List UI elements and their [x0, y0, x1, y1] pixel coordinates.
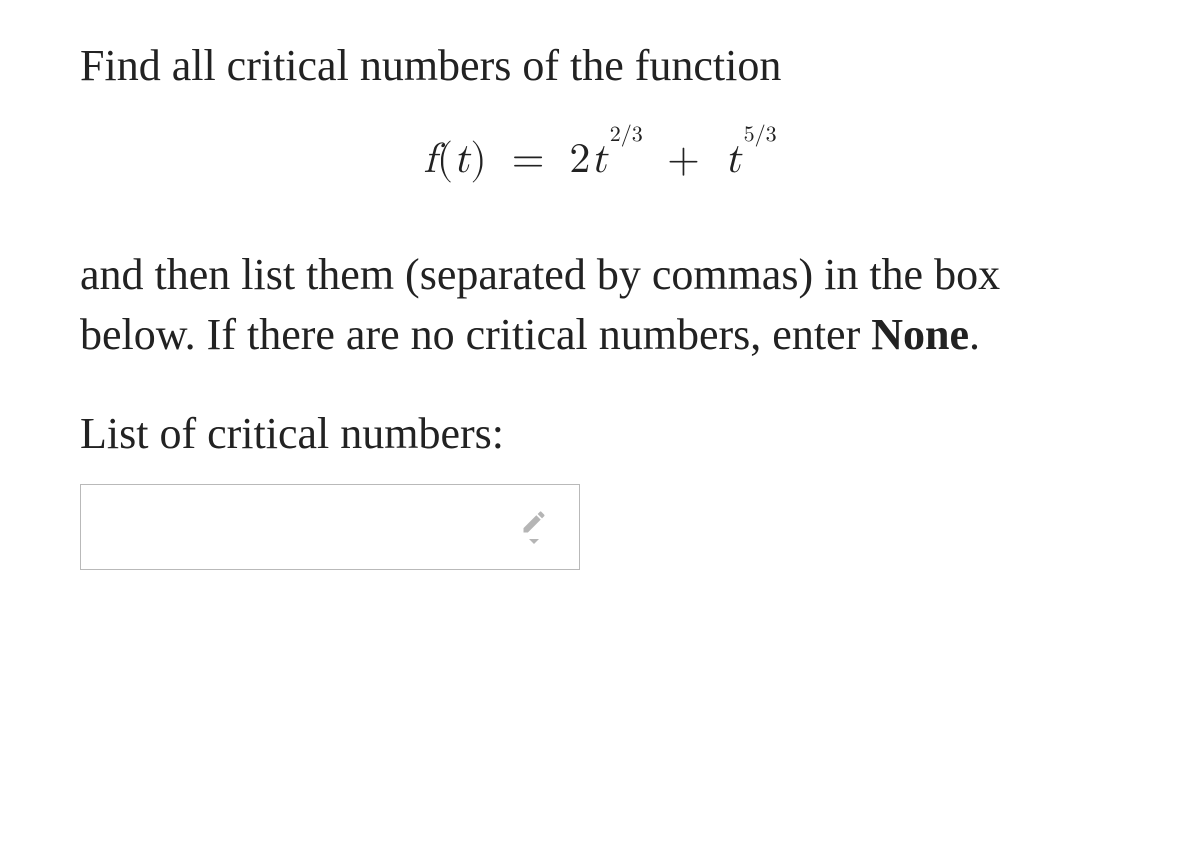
term1-base: t2/3	[591, 135, 643, 185]
equals-sign: =	[512, 139, 545, 181]
equation: f(t) = 2t2/3 + t5/3	[423, 139, 776, 181]
question-body: and then list them (separated by commas)…	[80, 245, 1120, 364]
term2-base-var: t	[725, 139, 742, 181]
term2-base: t5/3	[725, 135, 777, 185]
question-intro: Find all critical numbers of the functio…	[80, 36, 1120, 95]
none-keyword: None	[871, 310, 969, 359]
close-paren: )	[470, 139, 487, 181]
plus-sign: +	[667, 139, 700, 181]
question-container: Find all critical numbers of the functio…	[0, 0, 1200, 610]
term1-coeff: 2	[569, 139, 591, 181]
arg-var: t	[454, 139, 471, 181]
term2-exp: 5/3	[744, 124, 777, 146]
body-part1: and then list them (separated by commas)…	[80, 250, 1000, 358]
answer-row	[80, 484, 1120, 570]
answer-prompt: List of critical numbers:	[80, 404, 1120, 463]
body-part2: .	[969, 310, 980, 359]
formula-display: f(t) = 2t2/3 + t5/3	[80, 135, 1120, 185]
term1-base-var: t	[591, 139, 608, 181]
term1-exp: 2/3	[610, 124, 643, 146]
open-paren: (	[437, 139, 454, 181]
func-name: f	[423, 139, 436, 181]
answer-input[interactable]	[80, 484, 580, 570]
